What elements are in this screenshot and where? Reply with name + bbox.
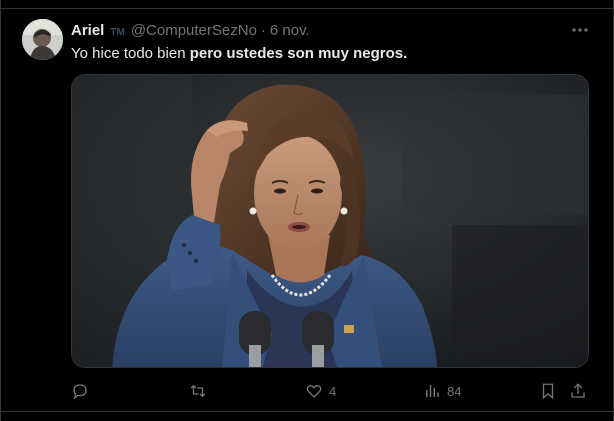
views-icon [426, 385, 439, 397]
separator-dot: · [260, 22, 266, 39]
like-count: 4 [329, 383, 337, 399]
reply-icon [73, 384, 87, 400]
bookmark-icon [542, 383, 554, 400]
like-icon [306, 384, 322, 398]
bookmark-button[interactable] [539, 381, 557, 401]
author-handle[interactable]: @ComputerSezNo [131, 22, 257, 40]
views-button[interactable]: 84 [423, 381, 461, 401]
avatar[interactable] [22, 19, 63, 60]
author-name[interactable]: Ariel [71, 22, 104, 40]
share-button[interactable] [569, 381, 587, 401]
views-count: 84 [447, 383, 462, 399]
tweet-card[interactable]: Ariel TM @ComputerSezNo · 6 nov. Yo hice… [0, 0, 614, 421]
photo-image [72, 75, 588, 367]
tweet-header: Ariel TM @ComputerSezNo · 6 nov. [71, 22, 553, 42]
divider-bottom [1, 411, 614, 412]
tweet-text-plain: Yo hice todo bien [71, 45, 190, 62]
tweet-date[interactable]: 6 nov. [270, 22, 310, 40]
more-icon[interactable] [571, 22, 589, 38]
divider-top [1, 8, 614, 9]
share-icon [571, 383, 585, 398]
author-badge: TM [110, 27, 125, 38]
retweet-button[interactable] [189, 381, 213, 401]
tweet-text-bold: pero ustedes son muy negros. [189, 45, 408, 62]
tweet-media-photo[interactable] [71, 74, 589, 368]
reply-button[interactable] [71, 381, 95, 401]
retweet-icon [190, 384, 206, 398]
tweet-actions: 4 84 [71, 381, 591, 401]
like-button[interactable]: 4 [305, 381, 336, 401]
tweet-text: Yo hice todo bien pero ustedes son muy n… [71, 44, 593, 64]
avatar-image [22, 19, 63, 60]
